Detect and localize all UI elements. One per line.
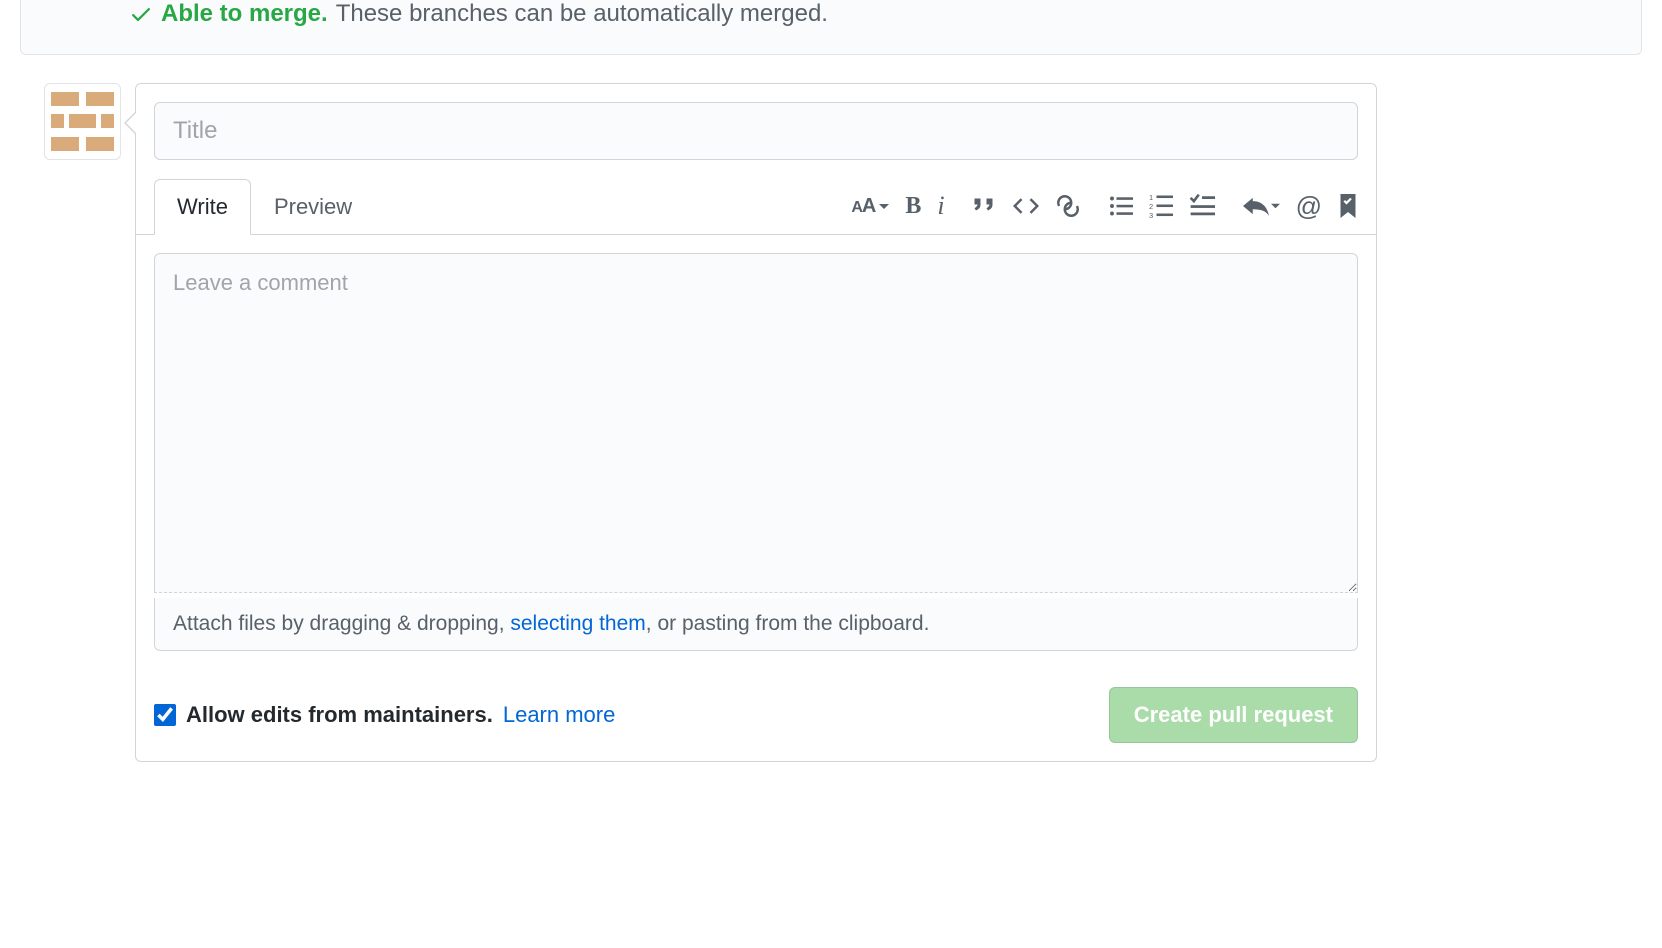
pr-composer: Write Preview AA B i — [135, 83, 1377, 762]
check-icon — [129, 2, 153, 26]
attach-prefix: Attach files by dragging & dropping, — [173, 612, 510, 635]
bookmark-icon[interactable] — [1338, 194, 1358, 218]
ordered-list-icon[interactable]: 123 — [1149, 194, 1173, 218]
attach-suffix: , or pasting from the clipboard. — [646, 612, 930, 635]
allow-edits-group: Allow edits from maintainers. Learn more — [154, 702, 615, 728]
merge-able-label: Able to merge. — [161, 0, 328, 28]
tab-write[interactable]: Write — [154, 179, 251, 235]
quote-icon[interactable] — [973, 194, 997, 218]
bold-icon[interactable]: B — [905, 194, 921, 218]
svg-text:3: 3 — [1149, 211, 1153, 218]
editor-tabs: Write Preview — [154, 178, 375, 234]
svg-text:1: 1 — [1149, 194, 1153, 202]
allow-edits-label: Allow edits from maintainers. — [186, 702, 493, 728]
svg-text:2: 2 — [1149, 202, 1153, 211]
allow-edits-checkbox[interactable] — [154, 704, 176, 726]
code-icon[interactable] — [1013, 193, 1039, 219]
tab-preview[interactable]: Preview — [251, 179, 375, 235]
merge-desc: These branches can be automatically merg… — [336, 0, 828, 28]
heading-icon[interactable]: AA — [851, 195, 889, 218]
attach-hint: Attach files by dragging & dropping, sel… — [154, 598, 1358, 651]
comment-textarea[interactable] — [154, 253, 1358, 593]
merge-status-banner: Able to merge. These branches can be aut… — [20, 0, 1642, 55]
avatar — [44, 83, 121, 160]
mention-icon[interactable]: @ — [1296, 193, 1322, 219]
reply-icon[interactable] — [1243, 193, 1280, 219]
create-pull-request-button[interactable]: Create pull request — [1109, 687, 1358, 743]
task-list-icon[interactable] — [1189, 193, 1215, 219]
attach-select-link[interactable]: selecting them — [510, 612, 645, 635]
formatting-toolbar: AA B i — [851, 193, 1358, 219]
title-input[interactable] — [154, 102, 1358, 160]
italic-icon[interactable]: i — [937, 193, 944, 219]
learn-more-link[interactable]: Learn more — [503, 702, 616, 728]
link-icon[interactable] — [1055, 193, 1081, 219]
unordered-list-icon[interactable] — [1109, 194, 1133, 218]
